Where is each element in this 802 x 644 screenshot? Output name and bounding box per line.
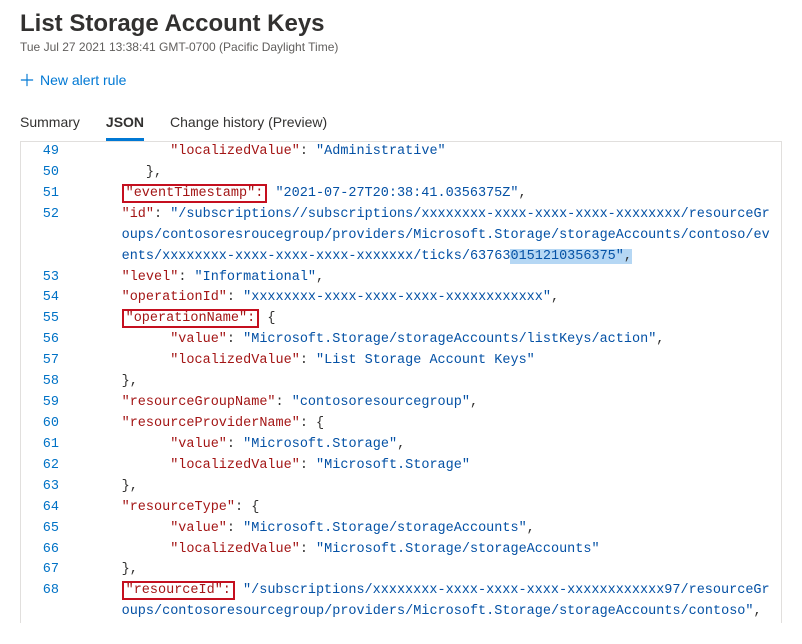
page-title: List Storage Account Keys — [20, 10, 782, 38]
tab-change-history[interactable]: Change history (Preview) — [170, 114, 327, 141]
json-line: 58 }, — [21, 372, 781, 393]
json-line: 67 }, — [21, 560, 781, 581]
tab-summary[interactable]: Summary — [20, 114, 80, 141]
json-line: 64 "resourceType": { — [21, 498, 781, 519]
new-alert-rule-label: New alert rule — [40, 72, 126, 88]
new-alert-rule-button[interactable]: New alert rule — [20, 72, 126, 88]
json-line: 56 "value": "Microsoft.Storage/storageAc… — [21, 330, 781, 351]
json-line: 55 "operationName": { — [21, 309, 781, 330]
json-line: 59 "resourceGroupName": "contosoresource… — [21, 393, 781, 414]
json-line: 65 "value": "Microsoft.Storage/storageAc… — [21, 519, 781, 540]
json-line: 62 "localizedValue": "Microsoft.Storage" — [21, 456, 781, 477]
json-viewer[interactable]: 49 "localizedValue": "Administrative" 50… — [20, 141, 782, 623]
plus-icon — [20, 73, 34, 87]
json-line: 61 "value": "Microsoft.Storage", — [21, 435, 781, 456]
json-line: 51 "eventTimestamp": "2021-07-27T20:38:4… — [21, 184, 781, 205]
json-line: 53 "level": "Informational", — [21, 268, 781, 289]
json-line: 52 "id": "/subscriptions//subscriptions/… — [21, 205, 781, 268]
json-line: 54 "operationId": "xxxxxxxx-xxxx-xxxx-xx… — [21, 288, 781, 309]
json-line: 49 "localizedValue": "Administrative" — [21, 142, 781, 163]
tab-json[interactable]: JSON — [106, 114, 144, 141]
json-line: 63 }, — [21, 477, 781, 498]
json-line: 66 "localizedValue": "Microsoft.Storage/… — [21, 540, 781, 561]
json-line: 50 }, — [21, 163, 781, 184]
page-subtitle: Tue Jul 27 2021 13:38:41 GMT-0700 (Pacif… — [20, 40, 782, 54]
json-line: 60 "resourceProviderName": { — [21, 414, 781, 435]
json-line: 57 "localizedValue": "List Storage Accou… — [21, 351, 781, 372]
tab-bar: Summary JSON Change history (Preview) — [20, 114, 782, 141]
